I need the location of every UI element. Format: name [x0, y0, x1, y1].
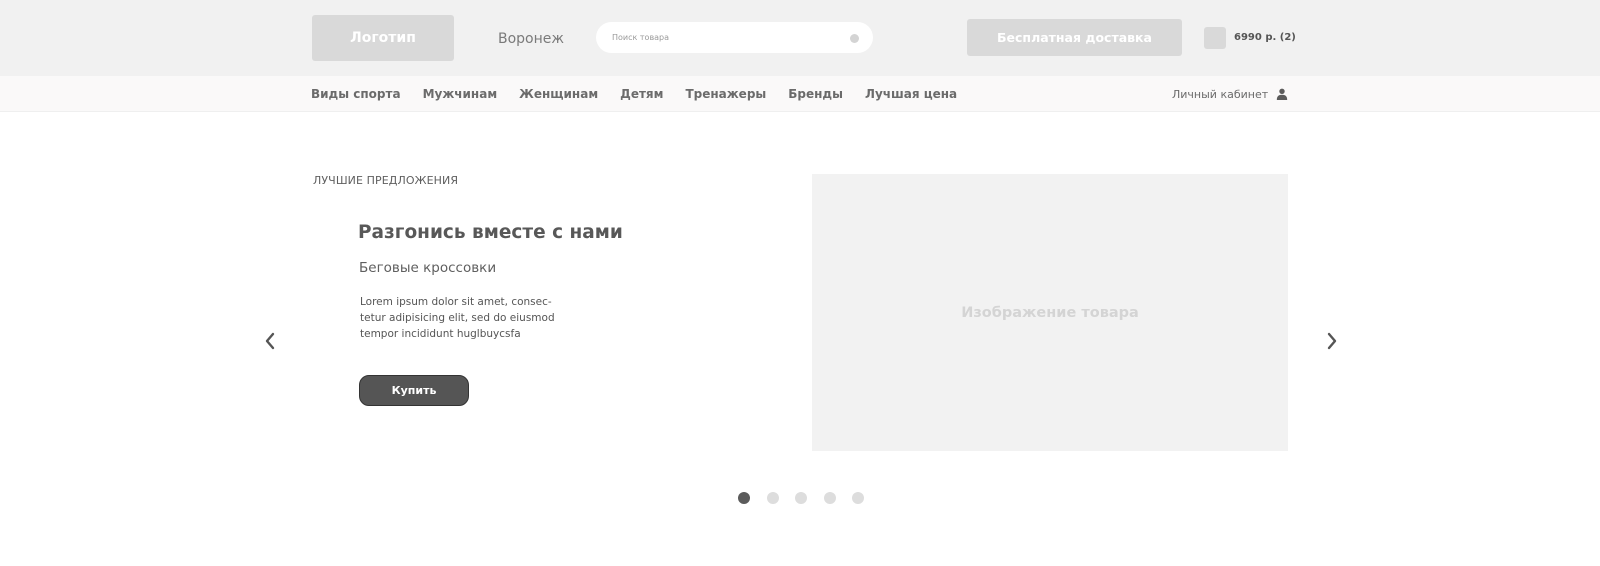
nav-item-kids[interactable]: Детям — [620, 87, 663, 101]
cart-summary[interactable]: 6990 р. (2) — [1234, 32, 1296, 43]
slider-dot[interactable] — [852, 492, 864, 504]
nav-item-best-price[interactable]: Лучшая цена — [865, 87, 957, 101]
nav-menu: Виды спорта Мужчинам Женщинам Детям Трен… — [311, 76, 979, 112]
logo-placeholder[interactable]: Логотип — [312, 15, 454, 61]
slider-dot[interactable] — [823, 492, 836, 504]
city-selector[interactable]: Воронеж — [498, 31, 564, 47]
nav-item-men[interactable]: Мужчинам — [423, 87, 498, 101]
promo-subtitle: Беговые кроссовки — [359, 260, 497, 276]
promo-description-line: tetur adipisicing elit, sed do eiusmod — [360, 312, 555, 324]
product-image-label: Изображение товара — [961, 304, 1139, 321]
slider-dot[interactable] — [738, 492, 750, 504]
search-icon[interactable] — [850, 34, 859, 43]
product-image-placeholder: Изображение товара — [812, 174, 1288, 451]
slider-dot[interactable] — [795, 492, 807, 504]
promo-title: Разгонись вместе с нами — [358, 222, 623, 243]
section-label: ЛУЧШИЕ ПРЕДЛОЖЕНИЯ — [313, 174, 459, 187]
user-icon — [1276, 88, 1288, 100]
search-input[interactable] — [612, 22, 842, 53]
nav-item-trainers[interactable]: Тренажеры — [685, 87, 766, 101]
chevron-left-icon[interactable] — [263, 332, 277, 350]
nav-item-women[interactable]: Женщинам — [519, 87, 598, 101]
account-link[interactable]: Личный кабинет — [1172, 76, 1288, 112]
nav-item-sports[interactable]: Виды спорта — [311, 87, 401, 101]
account-label: Личный кабинет — [1172, 87, 1269, 101]
search-bar — [596, 22, 873, 53]
promo-description-line: Lorem ipsum dolor sit amet, consec- — [360, 296, 552, 308]
main-nav: Виды спорта Мужчинам Женщинам Детям Трен… — [0, 76, 1600, 112]
chevron-right-icon[interactable] — [1325, 332, 1339, 350]
free-delivery-button[interactable]: Бесплатная доставка — [967, 19, 1182, 56]
promo-description: Lorem ipsum dolor sit amet, consec- tetu… — [360, 294, 590, 342]
nav-item-brands[interactable]: Бренды — [788, 87, 843, 101]
buy-button[interactable]: Купить — [359, 375, 469, 406]
cart-icon[interactable] — [1204, 27, 1226, 49]
promo-description-line: tempor incididunt huglbuycsfa — [360, 328, 521, 340]
top-header: Логотип Воронеж Бесплатная доставка 6990… — [0, 0, 1600, 76]
slider-dot[interactable] — [766, 492, 779, 504]
